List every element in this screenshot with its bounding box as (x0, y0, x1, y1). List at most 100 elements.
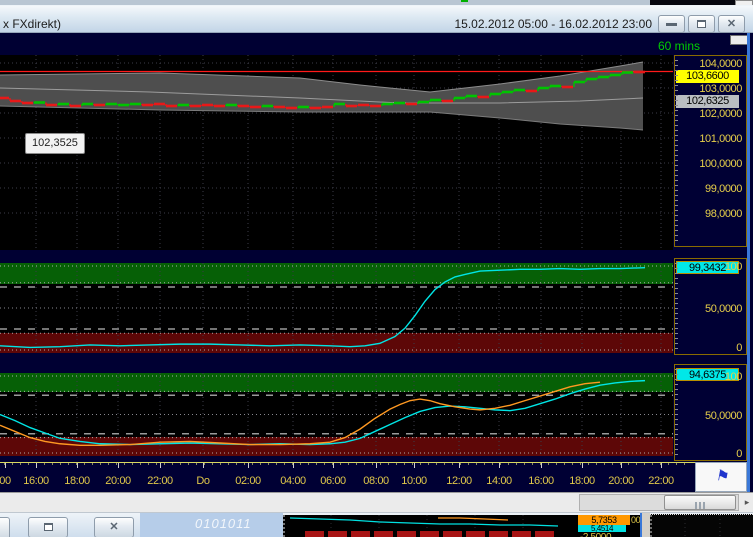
time-minor-tick (404, 463, 405, 465)
flag-corner[interactable]: ⚑ (695, 462, 747, 492)
histogram-bar (512, 531, 531, 537)
time-minor-tick (196, 463, 197, 465)
time-minor-tick (668, 463, 669, 465)
axis-tick (675, 318, 678, 319)
time-label: Do (196, 475, 210, 487)
time-major-tick (160, 463, 161, 468)
partial-button[interactable] (0, 517, 10, 537)
window-right-border (747, 33, 750, 492)
axis-tick (675, 444, 678, 445)
axis-label: 0 (736, 342, 742, 354)
time-minor-tick (588, 463, 589, 465)
time-minor-tick (236, 463, 237, 465)
time-minor-tick (548, 463, 549, 465)
axis-tick (675, 220, 678, 221)
time-minor-tick (148, 463, 149, 465)
time-minor-tick (116, 463, 117, 465)
restore-button[interactable] (688, 15, 715, 33)
last-price-box: 103,6600 (676, 70, 739, 83)
time-minor-tick (284, 463, 285, 465)
indicator1-svg (0, 263, 673, 353)
time-label: 02:00 (235, 475, 261, 487)
axis-tick (675, 70, 678, 71)
grip-icon (703, 502, 705, 509)
time-minor-tick (564, 463, 565, 465)
price-chart-panel[interactable]: 102,3525 (0, 55, 673, 250)
time-minor-tick (244, 463, 245, 465)
indicator1-panel[interactable] (0, 263, 673, 353)
time-minor-tick (444, 463, 445, 465)
time-major-tick (293, 463, 294, 468)
axis-tick (675, 303, 678, 304)
titlebar[interactable]: x FXdirekt) 15.02.2012 05:00 - 16.02.201… (0, 5, 753, 33)
time-minor-tick (28, 463, 29, 465)
time-minor-tick (108, 463, 109, 465)
bottom-close-button[interactable]: ✕ (94, 517, 134, 537)
time-minor-tick (316, 463, 317, 465)
orange-line (438, 517, 509, 521)
time-major-tick (621, 463, 622, 468)
time-label: 22:00 (648, 475, 674, 487)
time-minor-tick (604, 463, 605, 465)
close-button[interactable]: ✕ (718, 15, 745, 33)
time-minor-tick (492, 463, 493, 465)
minimize-icon (666, 23, 677, 26)
application-window: x FXdirekt) 15.02.2012 05:00 - 16.02.201… (0, 0, 753, 537)
axis-tick (675, 225, 678, 226)
axis-tick (675, 263, 678, 264)
time-minor-tick (276, 463, 277, 465)
time-label: 20:00 (105, 475, 131, 487)
horizontal-scrollbar[interactable] (579, 494, 739, 511)
time-minor-tick (100, 463, 101, 465)
time-minor-tick (364, 463, 365, 465)
axis-label: 101,0000 (699, 133, 742, 145)
scrollbar-thumb[interactable] (664, 495, 736, 510)
time-label: 18:00 (64, 475, 90, 487)
minimize-button[interactable] (658, 15, 685, 33)
mini-value-cyan-box: 5,4514 (578, 525, 626, 532)
axis-tick (675, 100, 678, 101)
time-minor-tick (84, 463, 85, 465)
mini-chart[interactable] (283, 515, 578, 537)
indicator2-panel[interactable] (0, 373, 673, 456)
axis-tick (675, 205, 678, 206)
axis-tick (675, 333, 678, 334)
axis-tick (675, 120, 678, 121)
axis-tick (675, 419, 678, 420)
timeframe-label: 60 mins (657, 39, 700, 53)
axis-tick (675, 85, 678, 86)
time-minor-tick (188, 463, 189, 465)
scroll-right-button[interactable]: ▸ (741, 495, 753, 510)
axis-tick (675, 180, 678, 181)
time-minor-tick (340, 463, 341, 465)
axis-tick (675, 200, 678, 201)
axis-label: 50,0000 (705, 410, 742, 422)
price-chart-svg (0, 55, 673, 250)
time-label: 06:00 (320, 475, 346, 487)
axis-tick (675, 235, 678, 236)
axis-tick (675, 125, 678, 126)
axis-tick (675, 283, 678, 284)
axis-tick (675, 308, 678, 309)
axis-label: 103,0000 (699, 83, 742, 95)
histogram-bar (420, 531, 439, 537)
axis-tick (675, 313, 678, 314)
bottom-restore-button[interactable] (28, 517, 68, 537)
axis-label: 100,0000 (699, 158, 742, 170)
axis-tick (675, 424, 678, 425)
time-major-tick (459, 463, 460, 468)
axis-tick (675, 399, 678, 400)
time-minor-tick (580, 463, 581, 465)
axis-tick (675, 115, 678, 116)
time-minor-tick (612, 463, 613, 465)
time-minor-tick (388, 463, 389, 465)
axis-tick (675, 278, 678, 279)
axis-tick (675, 135, 678, 136)
corner-widget[interactable] (730, 35, 748, 45)
histogram-bar (466, 531, 485, 537)
time-minor-tick (252, 463, 253, 465)
price-axis: 103,6600 102,6325 104,0000 103,0000 102,00… (674, 55, 747, 247)
second-mini-panel[interactable] (650, 514, 753, 537)
axis-tick (675, 328, 678, 329)
cyan-indicator-line (0, 379, 646, 446)
